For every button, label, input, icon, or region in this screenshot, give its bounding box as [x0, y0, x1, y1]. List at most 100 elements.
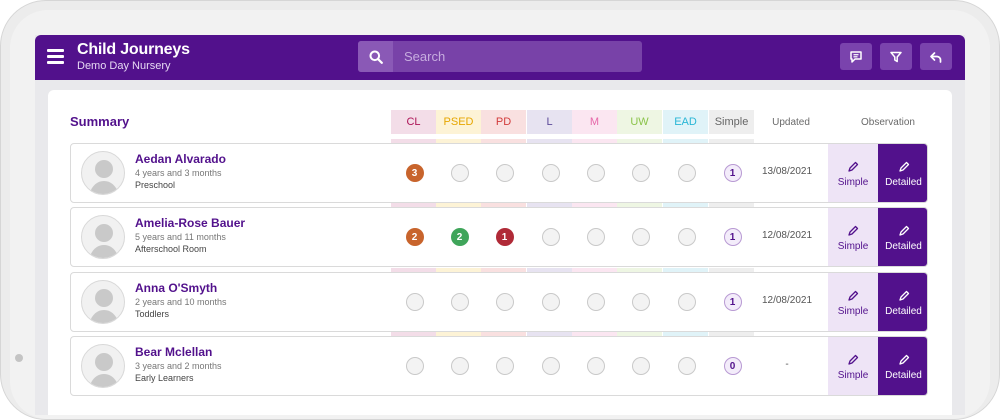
simple-count-badge: 1: [723, 293, 742, 311]
simple-count-badge: 0: [723, 357, 742, 375]
area-count-badge: 2: [450, 228, 469, 246]
area-header-m: M: [572, 110, 617, 134]
simple-observation-button[interactable]: Simple: [828, 144, 878, 202]
child-name[interactable]: Bear Mclellan: [135, 345, 212, 359]
detailed-observation-button[interactable]: Detailed: [878, 208, 927, 266]
child-row[interactable]: Anna O'Smyth 2 years and 10 months Toddler…: [70, 272, 928, 332]
area-empty-circle: [495, 164, 514, 182]
detailed-button-label: Detailed: [885, 176, 922, 188]
top-bar: Child Journeys Demo Day Nursery: [35, 35, 965, 80]
area-header-l: L: [527, 110, 572, 134]
home-button-dot: [15, 354, 23, 362]
pencil-icon: [898, 225, 910, 237]
child-age: 5 years and 11 months: [135, 232, 226, 242]
simple-button-label: Simple: [837, 305, 869, 317]
area-empty-circle: [586, 228, 605, 246]
detailed-observation-button[interactable]: Detailed: [878, 144, 927, 202]
search-bar: [358, 41, 642, 72]
simple-observation-button[interactable]: Simple: [828, 337, 878, 395]
summary-title: Summary: [70, 114, 130, 129]
simple-button-label: Simple: [837, 369, 869, 381]
area-empty-circle: [677, 228, 696, 246]
summary-panel: Summary CL PSED PD L M UW EAD Simple Updated Ob…: [48, 90, 952, 415]
child-row[interactable]: Aedan Alvarado 4 years and 3 months Presch…: [70, 143, 928, 203]
area-empty-circle: [677, 164, 696, 182]
area-empty-circle: [450, 293, 469, 311]
area-empty-circle: [586, 164, 605, 182]
area-empty-circle: [631, 228, 650, 246]
simple-observation-button[interactable]: Simple: [828, 208, 878, 266]
area-empty-circle: [541, 293, 560, 311]
child-row[interactable]: Amelia-Rose Bauer 5 years and 11 months Af…: [70, 207, 928, 267]
pencil-icon: [898, 161, 910, 173]
search-input[interactable]: [393, 41, 642, 72]
child-age: 4 years and 3 months: [135, 168, 222, 178]
child-room: Early Learners: [135, 373, 194, 383]
chat-icon[interactable]: [840, 43, 872, 70]
area-empty-circle: [541, 357, 560, 375]
area-empty-circle: [541, 228, 560, 246]
observation-header: Observation: [861, 116, 915, 128]
child-room: Toddlers: [135, 309, 170, 319]
simple-button-label: Simple: [837, 176, 869, 188]
avatar: [81, 344, 125, 388]
pencil-icon: [847, 225, 859, 237]
area-empty-circle: [631, 357, 650, 375]
detailed-observation-button[interactable]: Detailed: [878, 337, 927, 395]
detailed-button-label: Detailed: [885, 305, 922, 317]
pencil-icon: [898, 290, 910, 302]
child-row[interactable]: Bear Mclellan 3 years and 2 months Early L…: [70, 336, 928, 396]
simple-button-label: Simple: [837, 240, 869, 252]
area-empty-circle: [586, 293, 605, 311]
app-screen: Child Journeys Demo Day Nursery Summary …: [35, 35, 965, 415]
area-empty-circle: [495, 357, 514, 375]
child-name[interactable]: Anna O'Smyth: [135, 281, 217, 295]
area-empty-circle: [677, 357, 696, 375]
simple-count-badge: 1: [723, 228, 742, 246]
area-header-psed: PSED: [436, 110, 481, 134]
child-room: Preschool: [135, 180, 176, 190]
detailed-button-label: Detailed: [885, 369, 922, 381]
area-empty-circle: [677, 293, 696, 311]
area-empty-circle: [586, 357, 605, 375]
area-empty-circle: [495, 293, 514, 311]
child-name[interactable]: Amelia-Rose Bauer: [135, 216, 245, 230]
area-header-ead: EAD: [663, 110, 708, 134]
avatar: [81, 215, 125, 259]
area-header-uw: UW: [617, 110, 662, 134]
updated-date: 12/08/2021: [761, 230, 813, 241]
updated-header: Updated: [772, 116, 810, 128]
detailed-observation-button[interactable]: Detailed: [878, 273, 927, 331]
app-title: Child Journeys: [77, 41, 190, 58]
avatar: [81, 280, 125, 324]
avatar: [81, 151, 125, 195]
child-age: 3 years and 2 months: [135, 361, 222, 371]
child-name[interactable]: Aedan Alvarado: [135, 152, 226, 166]
updated-date: -: [785, 359, 789, 370]
area-count-badge: 1: [495, 228, 514, 246]
area-empty-circle: [541, 164, 560, 182]
nursery-name: Demo Day Nursery: [77, 60, 171, 72]
updated-date: 13/08/2021: [761, 166, 813, 177]
pencil-icon: [898, 354, 910, 366]
pencil-icon: [847, 161, 859, 173]
area-header-cl: CL: [391, 110, 436, 134]
area-header-pd: PD: [481, 110, 526, 134]
area-empty-circle: [450, 357, 469, 375]
pencil-icon: [847, 354, 859, 366]
area-count-badge: 2: [405, 228, 424, 246]
child-room: Afterschool Room: [135, 244, 207, 254]
area-empty-circle: [405, 293, 424, 311]
filter-icon[interactable]: [880, 43, 912, 70]
area-header-simple: Simple: [709, 110, 754, 134]
search-icon[interactable]: [358, 41, 393, 72]
pencil-icon: [847, 290, 859, 302]
area-empty-circle: [631, 293, 650, 311]
menu-icon[interactable]: [47, 49, 64, 64]
area-empty-circle: [405, 357, 424, 375]
area-count-badge: 3: [405, 164, 424, 182]
area-empty-circle: [450, 164, 469, 182]
back-icon[interactable]: [920, 43, 952, 70]
updated-date: 12/08/2021: [761, 295, 813, 306]
simple-observation-button[interactable]: Simple: [828, 273, 878, 331]
